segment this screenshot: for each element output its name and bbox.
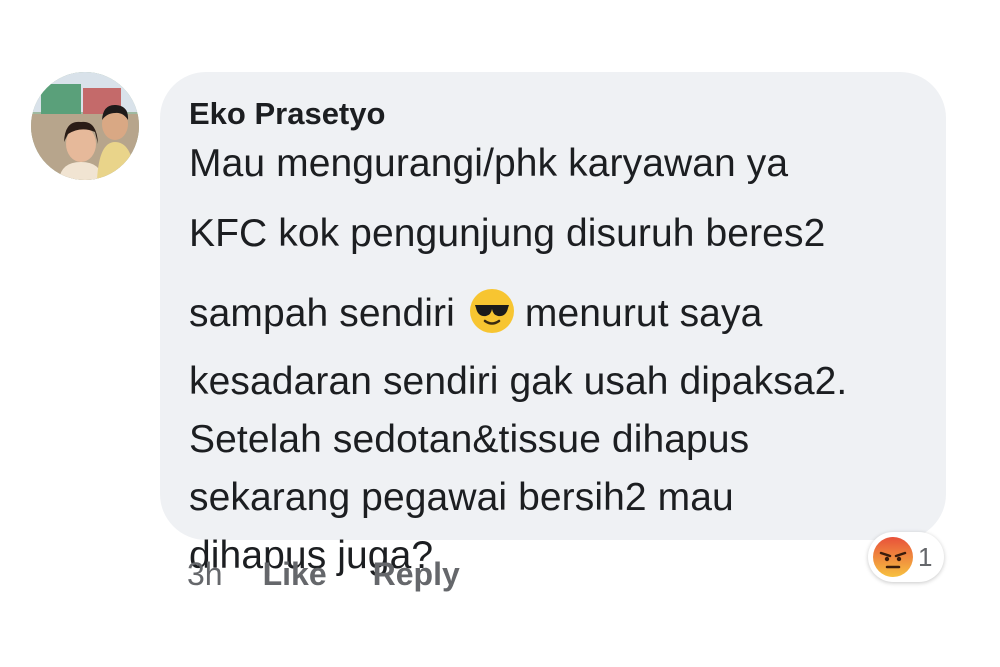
comment-bubble: Eko Prasetyo Mau mengurangi/phk karyawan… — [160, 72, 946, 577]
comment-text-line: kesadaran sendiri gak usah dipaksa2. — [189, 360, 848, 403]
comment-text-segment: sampah sendiri — [189, 292, 455, 335]
comment-text-line: Mau mengurangi/phk karyawan ya — [189, 142, 789, 185]
like-button[interactable]: Like — [263, 556, 327, 593]
avatar-photo — [31, 72, 139, 180]
comment-screenshot: Eko Prasetyo Mau mengurangi/phk karyawan… — [0, 0, 1000, 667]
reaction-count: 1 — [918, 541, 933, 572]
comment-actions: 3h Like Reply — [187, 552, 506, 596]
comment-text-line: Setelah sedotan&tissue dihapus — [189, 418, 750, 461]
smiling-face-with-sunglasses-icon — [469, 282, 515, 333]
avatar[interactable] — [31, 72, 139, 180]
comment-text-line: KFC kok pengunjung disuruh beres2 — [189, 212, 826, 255]
comment-text-segment: menurut saya — [524, 292, 763, 335]
reply-button[interactable]: Reply — [373, 556, 460, 593]
comment-text-line-with-emoji: sampah sendiri menurut saya — [189, 274, 916, 354]
reaction-summary[interactable]: 1 — [868, 532, 945, 582]
comment-text-line: sekarang pegawai bersih2 mau — [189, 476, 734, 519]
angry-face-icon — [873, 537, 913, 577]
comment-timestamp[interactable]: 3h — [187, 556, 223, 593]
comment-author[interactable]: Eko Prasetyo — [189, 94, 916, 136]
